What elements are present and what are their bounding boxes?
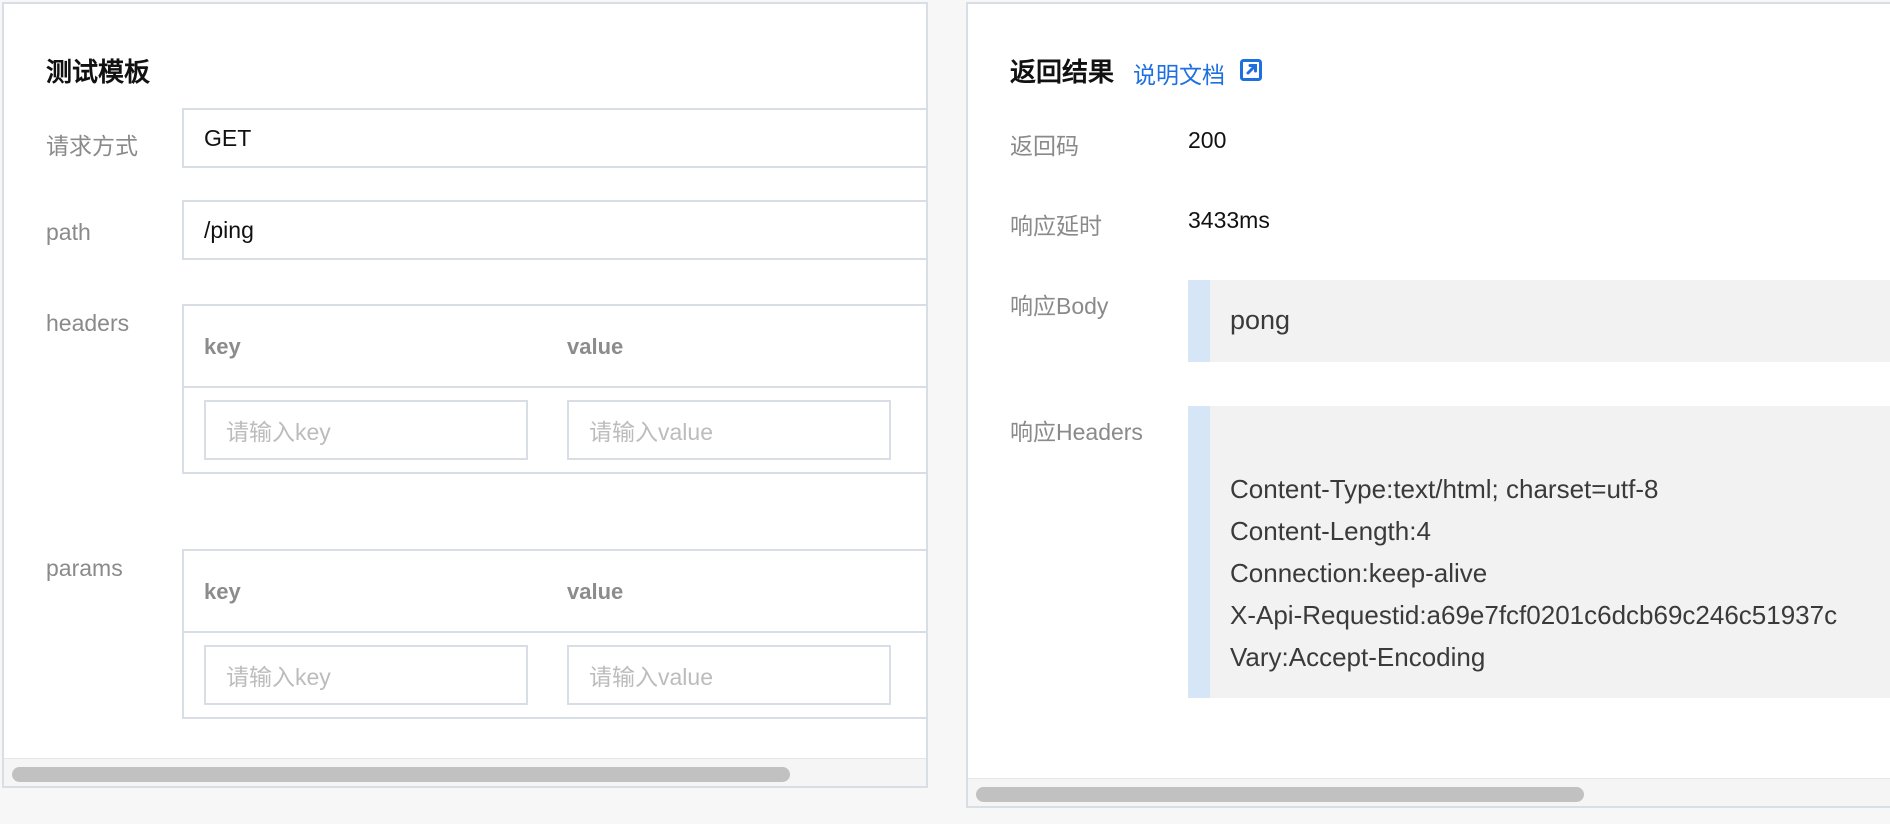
headers-key-column: key [204,334,241,359]
path-input[interactable]: /ping [182,200,926,260]
method-label: 请求方式 [46,133,138,159]
params-value-column: value [567,579,624,604]
test-template-panel: 测试模板 请求方式 GET path /ping headers key val… [2,2,928,788]
response-header-line: Content-Type:text/html; charset=utf-8 [1230,474,1659,504]
left-horizontal-scrollbar[interactable] [4,758,926,786]
params-table: key value 请输入key 请输入value [182,549,926,719]
response-body-label: 响应Body [1010,293,1109,319]
external-link-icon[interactable] [1240,59,1262,81]
params-label: params [46,555,123,581]
response-headers-label: 响应Headers [1010,419,1143,445]
response-header-line: Vary:Accept-Encoding [1230,642,1486,672]
documentation-link[interactable]: 说明文档 [1133,56,1225,90]
params-key-input[interactable]: 请输入key [204,645,528,705]
method-input[interactable]: GET [182,108,926,168]
headers-table-header: key value [184,306,926,388]
headers-key-input[interactable]: 请输入key [204,400,528,460]
response-header-line: Content-Length:4 [1230,516,1431,546]
right-scrollbar-thumb[interactable] [976,787,1584,802]
response-body-text: pong [1230,305,1291,335]
params-table-header: key value [184,551,926,633]
response-header-line: Connection:keep-alive [1230,558,1488,588]
latency-label: 响应延时 [1010,213,1102,239]
headers-label: headers [46,310,130,336]
latency-value: 3433ms [1188,207,1270,233]
headers-value-input[interactable]: 请输入value [567,400,891,460]
left-scrollbar-thumb[interactable] [12,767,790,782]
path-label: path [46,219,91,245]
status-code-value: 200 [1188,127,1227,153]
headers-table: key value 请输入key 请输入value [182,304,926,474]
status-code-label: 返回码 [1010,133,1079,159]
response-result-panel: 返回结果 说明文档 返回码 200 响应延时 3433ms 响应Body pon… [966,2,1890,808]
params-key-column: key [204,579,241,604]
test-template-title: 测试模板 [46,57,151,87]
params-value-input[interactable]: 请输入value [567,645,891,705]
response-result-title: 返回结果 [1010,57,1115,87]
response-header-line: X-Api-Requestid:a69e7fcf0201c6dcb69c246c… [1230,600,1838,630]
headers-value-column: value [567,334,624,359]
right-horizontal-scrollbar[interactable] [968,778,1890,806]
response-headers-block: Content-Type:text/html; charset=utf-8 Co… [1188,406,1890,698]
response-body-block: pong [1188,280,1890,362]
